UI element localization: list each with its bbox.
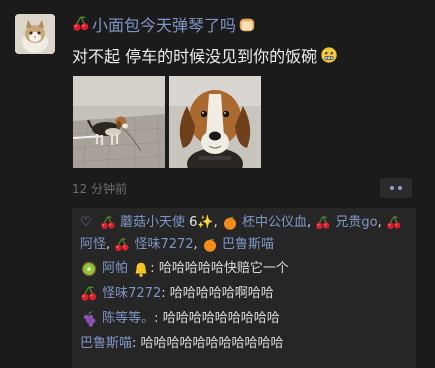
cherry-icon	[315, 215, 331, 231]
cherry-icon	[72, 15, 90, 33]
comment-text: 哈哈哈哈哈哈哈哈哈哈哈	[140, 336, 284, 351]
like-name[interactable]: 蘑菇小天使	[120, 215, 185, 230]
like-name[interactable]: 阿怪	[80, 237, 106, 252]
cherry-icon	[114, 237, 130, 253]
post-text-line: 对不起 停车的时候没见到你的饭碗	[72, 43, 338, 67]
heart-outline-icon: ♡	[80, 215, 92, 230]
comment-row[interactable]: 陈等等。: 哈哈哈哈哈哈哈哈哈	[80, 306, 410, 331]
bread-icon	[238, 15, 256, 33]
likes-comments-panel: ♡ 蘑菇小天使 6✨, 柸中公仪血, 兄贵go, 阿怪, 怪味7272, 巴鲁斯…	[72, 208, 416, 368]
comment-author[interactable]: 陈等等。	[102, 311, 154, 326]
post-timestamp: 12 分钟前	[72, 182, 128, 196]
comment-row[interactable]: 怪味7272: 哈哈哈哈哈啊哈哈	[80, 281, 410, 306]
comment-author[interactable]: 阿帕	[102, 261, 128, 276]
avatar[interactable]	[15, 14, 55, 54]
like-name[interactable]: 柸中公仪血	[242, 215, 307, 230]
post-photo-1[interactable]	[73, 76, 165, 168]
comment-row[interactable]: 巴鲁斯喵: 哈哈哈哈哈哈哈哈哈哈哈	[80, 331, 410, 356]
likes-list: ♡ 蘑菇小天使 6✨, 柸中公仪血, 兄贵go, 阿怪, 怪味7272, 巴鲁斯…	[80, 212, 410, 256]
like-name[interactable]: 怪味7272	[134, 237, 193, 252]
comment-author[interactable]: 怪味7272	[102, 286, 161, 301]
post-text: 对不起 停车的时候没见到你的饭碗	[72, 47, 318, 66]
comment-text: 哈哈哈哈哈哈哈哈哈	[162, 311, 280, 326]
comment-row[interactable]: 阿帕 : 哈哈哈哈哈快赔它一个	[80, 256, 410, 281]
more-actions-button[interactable]	[380, 178, 412, 198]
comment-author[interactable]: 巴鲁斯喵	[80, 336, 132, 351]
grapes-icon	[80, 310, 98, 328]
cherry-icon	[100, 215, 116, 231]
kiwi-icon	[80, 260, 98, 278]
like-name[interactable]: 兄贵go	[335, 215, 377, 230]
post-author-line[interactable]: 小面包今天弹琴了吗	[72, 13, 256, 35]
post-author-name[interactable]: 小面包今天弹琴了吗	[92, 12, 236, 36]
beagle-face-photo	[169, 76, 261, 168]
orange-icon	[202, 237, 218, 253]
orange-icon	[222, 215, 238, 231]
comment-text: 哈哈哈哈哈快赔它一个	[158, 261, 289, 276]
grimace-face-icon	[320, 46, 338, 64]
dot-icon	[398, 186, 402, 190]
bell-icon	[132, 260, 150, 278]
like-name[interactable]: 巴鲁斯喵	[222, 237, 274, 252]
comment-text: 哈哈哈哈哈啊哈哈	[169, 286, 274, 301]
cherry-icon	[80, 285, 98, 303]
cat-avatar-image	[15, 14, 55, 54]
beagle-standing-photo	[73, 76, 165, 168]
cherry-icon	[386, 215, 402, 231]
post-photo-2[interactable]	[169, 76, 261, 168]
dot-icon	[390, 186, 394, 190]
sparkle-icon: 6✨	[189, 215, 214, 230]
